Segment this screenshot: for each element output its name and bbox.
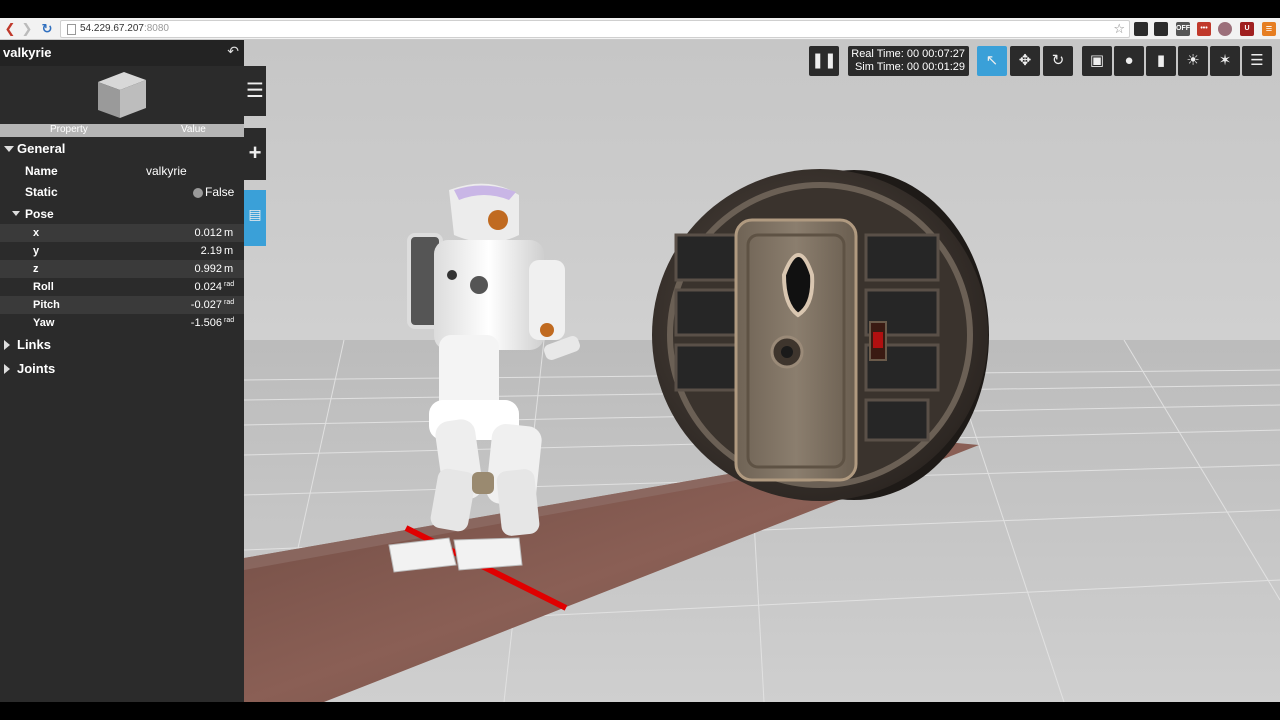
y-unit: m	[224, 245, 234, 257]
lastpass-icon[interactable]: •••	[1197, 22, 1211, 36]
roll-value[interactable]: 0.024	[150, 281, 222, 293]
static-label: Static	[25, 185, 58, 199]
back-icon[interactable]: ❮	[3, 21, 17, 37]
buffer-icon[interactable]	[1154, 22, 1168, 36]
name-value[interactable]: valkyrie	[146, 164, 187, 178]
plus-icon: +	[248, 140, 262, 165]
reload-icon[interactable]: ↻	[40, 21, 54, 37]
general-section-toggle[interactable]: General	[0, 139, 244, 159]
address-bar[interactable]: 54.229.67.207:8080 ☆	[60, 20, 1130, 38]
menu-icon[interactable]: ≡	[1262, 22, 1276, 36]
panel-header: valkyrie ↶	[0, 40, 244, 66]
hamburger-icon: ☰	[246, 80, 264, 102]
properties-tab[interactable]: ▤	[244, 190, 266, 246]
pose-label: Pose	[25, 207, 54, 221]
y-label: y	[33, 245, 40, 257]
translate-mode-button[interactable]: ✥	[1010, 46, 1040, 76]
directional-light-button[interactable]: ☰	[1242, 46, 1272, 76]
page-icon	[67, 24, 76, 35]
column-header: Property Value	[0, 124, 244, 137]
scene-render	[244, 40, 1280, 702]
pose-pitch-row: Pitch -0.027 rad	[0, 296, 244, 314]
pitch-label: Pitch	[33, 299, 60, 311]
pose-section-toggle[interactable]: Pose	[0, 205, 244, 223]
url-host: 54.229.67.207	[80, 23, 144, 34]
list-icon: ▤	[248, 206, 262, 222]
insert-tab[interactable]: +	[244, 128, 266, 180]
properties-panel: valkyrie ↶ Property Value General Name v…	[0, 40, 244, 702]
undo-icon[interactable]: ↶	[227, 43, 239, 60]
pitch-unit: rad	[224, 299, 235, 306]
pause-button[interactable]: ❚❚	[809, 46, 839, 76]
bookmark-star-icon[interactable]: ☆	[1113, 21, 1125, 37]
links-section-toggle[interactable]: Links	[0, 335, 244, 355]
expand-down-icon	[12, 211, 20, 216]
rotate-mode-button[interactable]: ↻	[1043, 46, 1073, 76]
pose-y-row: y 2.19 m	[0, 242, 244, 260]
select-mode-button[interactable]: ↖	[977, 46, 1007, 76]
off-icon[interactable]: OFF	[1176, 22, 1190, 36]
box-shape-button[interactable]: ▣	[1082, 46, 1112, 76]
links-label: Links	[17, 337, 51, 352]
pose-x-row: x 0.012 m	[0, 224, 244, 242]
joints-label: Joints	[17, 361, 56, 376]
y-value[interactable]: 2.19	[150, 245, 222, 257]
z-value[interactable]: 0.992	[150, 263, 222, 275]
pose-roll-row: Roll 0.024 rad	[0, 278, 244, 296]
expand-down-icon	[4, 146, 14, 152]
joints-section-toggle[interactable]: Joints	[0, 359, 244, 379]
sim-time: Sim Time: 00 00:01:29	[854, 61, 965, 73]
door-wheel	[652, 169, 989, 501]
url-port: :8080	[143, 23, 169, 34]
time-display: Real Time: 00 00:07:27 Sim Time: 00 00:0…	[848, 46, 969, 76]
x-unit: m	[224, 227, 234, 239]
dot-icon[interactable]	[1218, 22, 1232, 36]
spot-light-button[interactable]: ✶	[1210, 46, 1240, 76]
panel-title: valkyrie	[3, 45, 52, 60]
roll-unit: rad	[224, 281, 235, 288]
evernote-icon[interactable]	[1134, 22, 1148, 36]
pitch-value[interactable]: -0.027	[150, 299, 222, 311]
z-label: z	[33, 263, 39, 275]
url-text[interactable]: 54.229.67.207:8080	[80, 23, 169, 34]
cylinder-shape-button[interactable]: ▮	[1146, 46, 1176, 76]
name-row: Name valkyrie	[0, 161, 244, 179]
static-row: Static False	[0, 183, 244, 201]
forward-icon[interactable]: ❯	[20, 21, 34, 37]
viewport-3d[interactable]	[244, 40, 1280, 702]
bottom-letterbox	[0, 702, 1280, 720]
general-label: General	[17, 141, 66, 156]
expand-right-icon	[4, 340, 10, 350]
yaw-unit: rad	[224, 317, 235, 324]
expand-right-icon	[4, 364, 10, 374]
model-thumbnail-icon	[98, 72, 146, 118]
yaw-label: Yaw	[33, 317, 55, 329]
menu-tab[interactable]: ☰	[244, 66, 266, 116]
point-light-button[interactable]: ☀	[1178, 46, 1208, 76]
ublock-icon[interactable]: U	[1240, 22, 1254, 36]
real-time: Real Time: 00 00:07:27	[851, 48, 965, 60]
value-column-header: Value	[181, 124, 206, 135]
roll-label: Roll	[33, 281, 54, 293]
yaw-value[interactable]: -1.506	[150, 317, 222, 329]
browser-toolbar: ❮ ❯ ↻ 54.229.67.207:8080 ☆	[0, 18, 1280, 40]
static-toggle-icon[interactable]	[193, 188, 203, 198]
static-value[interactable]: False	[205, 185, 234, 199]
name-label: Name	[25, 164, 58, 178]
property-column-header: Property	[50, 124, 88, 135]
top-letterbox	[0, 0, 1280, 18]
pose-z-row: z 0.992 m	[0, 260, 244, 278]
x-value[interactable]: 0.012	[150, 227, 222, 239]
x-label: x	[33, 227, 40, 239]
sphere-shape-button[interactable]: ●	[1114, 46, 1144, 76]
pose-yaw-row: Yaw -1.506 rad	[0, 314, 244, 332]
z-unit: m	[224, 263, 234, 275]
